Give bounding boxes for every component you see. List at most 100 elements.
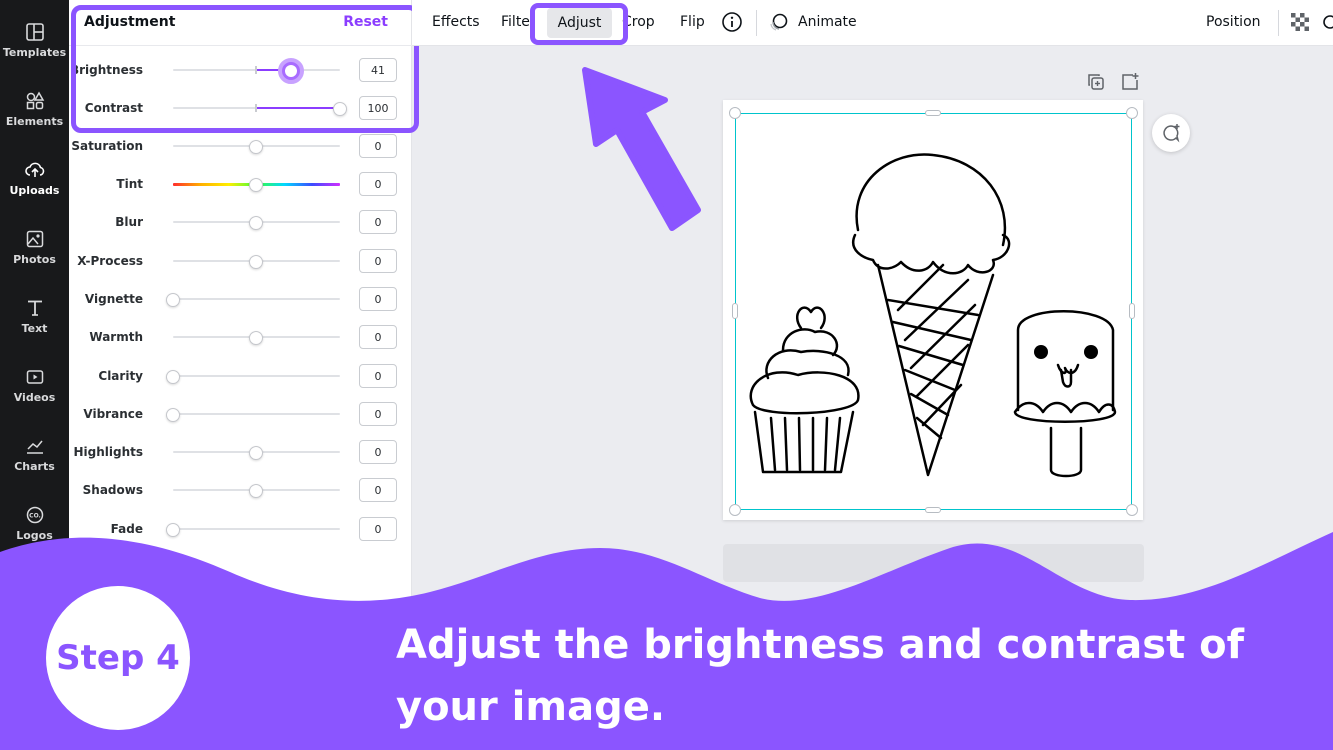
warmth-slider-handle[interactable] <box>249 331 263 345</box>
slider-label: Fade <box>110 522 143 536</box>
brightness-contrast-highlight <box>71 5 419 133</box>
tint-slider-handle[interactable] <box>249 178 263 192</box>
slider-label: Shadows <box>82 483 143 497</box>
info-icon[interactable] <box>721 11 743 33</box>
slider-label: Vignette <box>84 292 143 306</box>
saturation-slider-handle[interactable] <box>249 140 263 154</box>
slider-label: Blur <box>115 215 143 229</box>
rail-label: Charts <box>14 459 55 473</box>
slider-row-warmth: Warmth 0 <box>69 322 412 352</box>
clarity-slider-handle[interactable] <box>166 370 180 384</box>
rail-label: Uploads <box>9 183 60 197</box>
warmth-slider[interactable] <box>173 331 340 345</box>
comment-add-icon <box>1163 124 1180 143</box>
videos-icon <box>26 369 43 384</box>
rail-item-photos[interactable]: Photos <box>0 215 69 279</box>
effects-button[interactable]: Effects <box>432 14 480 30</box>
upload-icon <box>24 162 44 177</box>
caption-line-1: Adjust the brightness and contrast of <box>396 622 1245 668</box>
shadows-slider-handle[interactable] <box>249 484 263 498</box>
rail-item-uploads[interactable]: Uploads <box>0 146 69 210</box>
tint-slider[interactable] <box>173 178 340 192</box>
vignette-slider[interactable] <box>166 293 340 307</box>
text-icon <box>27 300 42 316</box>
saturation-slider[interactable] <box>173 140 340 154</box>
resize-handle-top[interactable] <box>925 110 941 116</box>
comment-button[interactable] <box>1152 114 1190 152</box>
warmth-value-field[interactable]: 0 <box>359 325 397 349</box>
more-icon[interactable] <box>1321 11 1333 33</box>
saturation-value-field[interactable]: 0 <box>359 134 397 158</box>
selection-frame <box>735 113 1132 510</box>
rail-label: Templates <box>2 45 67 59</box>
slider-row-vignette: Vignette 0 <box>69 284 412 314</box>
slider-row-vibrance: Vibrance 0 <box>69 399 412 429</box>
resize-handle-bottom[interactable] <box>925 507 941 513</box>
animate-button[interactable]: Animate <box>798 14 857 30</box>
add-page-bar[interactable] <box>723 544 1144 582</box>
rail-item-templates[interactable]: Templates <box>0 8 69 72</box>
tint-value-field[interactable]: 0 <box>359 172 397 196</box>
resize-handle-bottom-right[interactable] <box>1126 504 1138 516</box>
highlights-slider-handle[interactable] <box>249 446 263 460</box>
rail-label: Elements <box>5 114 64 128</box>
rail-item-elements[interactable]: Elements <box>0 77 69 141</box>
slider-row-tint: Tint 0 <box>69 169 412 199</box>
rail-item-charts[interactable]: Charts <box>0 422 69 486</box>
resize-handle-top-right[interactable] <box>1126 107 1138 119</box>
pointer-arrow-icon <box>582 67 701 231</box>
blur-slider-handle[interactable] <box>249 216 263 230</box>
slider-label: Warmth <box>89 330 143 344</box>
slider-row-shadows: Shadows 0 <box>69 475 412 505</box>
step-label: Step 4 <box>56 638 180 678</box>
slider-label: Tint <box>116 177 143 191</box>
animate-icon[interactable] <box>768 11 790 33</box>
photos-icon <box>26 230 43 247</box>
slider-label: X-Process <box>77 254 143 268</box>
highlights-value-field[interactable]: 0 <box>359 440 397 464</box>
slider-row-blur: Blur 0 <box>69 207 412 237</box>
clarity-slider[interactable] <box>166 370 340 384</box>
resize-handle-bottom-left[interactable] <box>729 504 741 516</box>
rail-item-logos[interactable]: CO. Logos <box>0 491 69 555</box>
svg-text:CO.: CO. <box>29 512 41 519</box>
charts-icon <box>26 440 43 454</box>
blur-slider[interactable] <box>173 216 340 230</box>
shadows-slider[interactable] <box>173 484 340 498</box>
vignette-value-field[interactable]: 0 <box>359 287 397 311</box>
slider-row-saturation: Saturation 0 <box>69 131 412 161</box>
vibrance-slider[interactable] <box>166 408 340 422</box>
highlights-slider[interactable] <box>173 446 340 460</box>
vibrance-slider-handle[interactable] <box>166 408 180 422</box>
fade-value-field[interactable]: 0 <box>359 517 397 541</box>
position-button[interactable]: Position <box>1206 14 1261 30</box>
rail-label: Videos <box>13 390 56 404</box>
rail-label: Text <box>21 321 48 335</box>
fade-slider-handle[interactable] <box>166 523 180 537</box>
resize-handle-top-left[interactable] <box>729 107 741 119</box>
duplicate-page-icon[interactable] <box>1086 72 1106 92</box>
flip-button[interactable]: Flip <box>680 14 705 30</box>
filter-button[interactable]: Filte <box>501 14 530 30</box>
x-process-value-field[interactable]: 0 <box>359 249 397 273</box>
transparency-icon[interactable] <box>1289 11 1311 33</box>
rail-item-text[interactable]: Text <box>0 284 69 348</box>
slider-label: Highlights <box>73 445 143 459</box>
vignette-slider-handle[interactable] <box>166 293 180 307</box>
resize-handle-left[interactable] <box>732 303 738 319</box>
shadows-value-field[interactable]: 0 <box>359 478 397 502</box>
x-process-slider[interactable] <box>173 255 340 269</box>
slider-label: Saturation <box>71 139 143 153</box>
rail-item-videos[interactable]: Videos <box>0 353 69 417</box>
vibrance-value-field[interactable]: 0 <box>359 402 397 426</box>
slider-row-fade: Fade 0 <box>69 514 412 544</box>
add-page-icon[interactable] <box>1120 72 1140 92</box>
clarity-value-field[interactable]: 0 <box>359 364 397 388</box>
step-badge: Step 4 <box>46 586 190 730</box>
fade-slider[interactable] <box>166 523 340 537</box>
blur-value-field[interactable]: 0 <box>359 210 397 234</box>
x-process-slider-handle[interactable] <box>249 255 263 269</box>
resize-handle-right[interactable] <box>1129 303 1135 319</box>
step-caption: Adjust the brightness and contrast of yo… <box>396 614 1296 738</box>
caption-line-2: your image. <box>396 684 666 730</box>
